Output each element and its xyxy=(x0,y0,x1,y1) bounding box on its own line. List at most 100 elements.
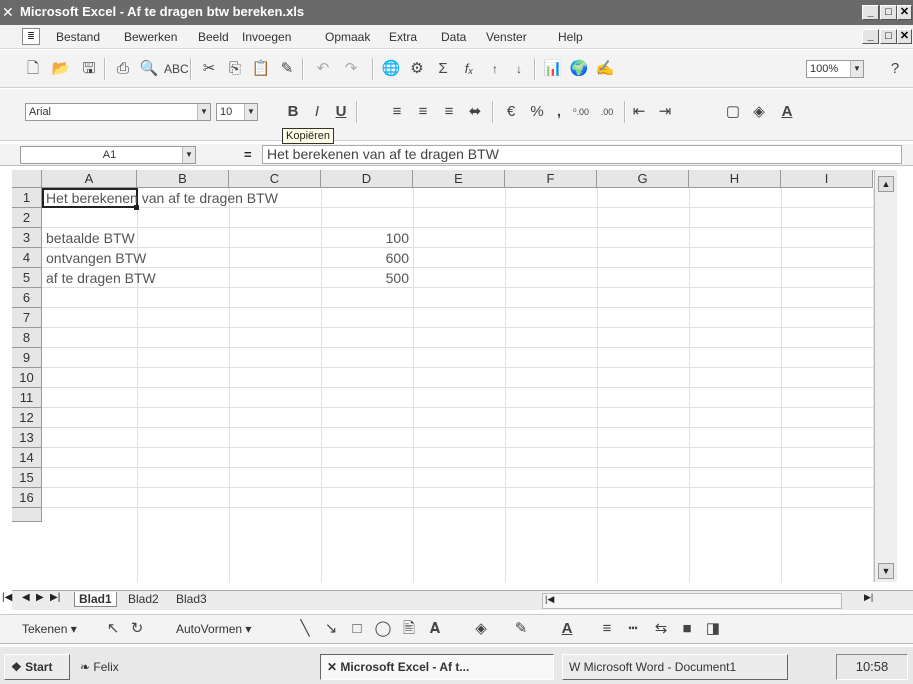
select-objects-icon[interactable]: ↖ xyxy=(102,618,124,640)
column-header-h[interactable]: H xyxy=(689,170,781,188)
undo-icon[interactable]: ↶ xyxy=(312,58,334,80)
column-header-b[interactable]: B xyxy=(137,170,229,188)
font-name-select[interactable]: Arial ▼ xyxy=(25,103,211,121)
sheet-tab-blad2[interactable]: Blad2 xyxy=(128,592,159,606)
formula-input[interactable]: Het berekenen van af te dragen BTW xyxy=(262,145,902,164)
sort-ascending-icon[interactable]: ↑ xyxy=(484,58,506,80)
column-header-e[interactable]: E xyxy=(413,170,505,188)
row-header-4[interactable]: 4 xyxy=(12,248,42,268)
row-header-15[interactable]: 15 xyxy=(12,468,42,488)
line-color-icon[interactable]: ✎ xyxy=(510,618,532,640)
line-icon[interactable]: ╲ xyxy=(294,618,316,640)
select-all-corner[interactable] xyxy=(12,170,42,188)
close-button[interactable]: ✕ xyxy=(897,5,912,20)
menu-bewerken[interactable]: Bewerken xyxy=(124,30,177,44)
print-preview-icon[interactable]: 🔍 xyxy=(138,58,160,80)
taskbar-excel-button[interactable]: ✕ Microsoft Excel - Af t... xyxy=(320,654,554,680)
menu-help[interactable]: Help xyxy=(558,30,583,44)
doc-close-button[interactable]: ✕ xyxy=(897,29,912,44)
doc-minimize-button[interactable]: _ xyxy=(862,29,879,44)
system-clock[interactable]: 10:58 xyxy=(836,654,908,680)
column-header-i[interactable]: I xyxy=(781,170,873,188)
start-button[interactable]: ❖ Start xyxy=(4,654,70,680)
autoshapes-menu-button[interactable]: AutoVormen ▾ xyxy=(176,622,251,636)
cell-a1[interactable]: Het berekenen van af te dragen BTW xyxy=(46,188,278,208)
column-header-c[interactable]: C xyxy=(229,170,321,188)
function-icon[interactable]: fₓ xyxy=(458,58,480,80)
next-sheet-icon[interactable]: ▶ xyxy=(36,592,44,603)
dash-style-icon[interactable]: ┅ xyxy=(622,618,644,640)
row-header-7[interactable]: 7 xyxy=(12,308,42,328)
cell-a5[interactable]: af te dragen BTW xyxy=(46,268,156,288)
cell-a4[interactable]: ontvangen BTW xyxy=(46,248,146,268)
font-color-icon[interactable]: A xyxy=(776,101,798,123)
comma-button[interactable]: , xyxy=(548,101,570,123)
sheet-tab-blad1[interactable]: Blad1 xyxy=(74,592,117,607)
scroll-up-icon[interactable]: ▲ xyxy=(878,176,894,192)
scroll-down-icon[interactable]: ▼ xyxy=(878,563,894,579)
open-icon[interactable]: 📂 xyxy=(50,58,72,80)
decrease-indent-icon[interactable]: ⇤ xyxy=(628,101,650,123)
zoom-select[interactable]: 100% ▼ xyxy=(806,60,864,78)
rectangle-icon[interactable]: □ xyxy=(346,618,368,640)
row-header-2[interactable]: 2 xyxy=(12,208,42,228)
column-header-a[interactable]: A xyxy=(42,170,137,188)
column-header-g[interactable]: G xyxy=(597,170,689,188)
doc-restore-button[interactable]: □ xyxy=(880,29,897,44)
menu-extra[interactable]: Extra xyxy=(389,30,417,44)
arrow-style-icon[interactable]: ⇆ xyxy=(650,618,672,640)
redo-icon[interactable]: ↷ xyxy=(340,58,362,80)
underline-button[interactable]: U xyxy=(330,101,352,123)
scroll-right-icon[interactable]: ▶| xyxy=(864,592,873,603)
print-icon[interactable]: ⎙ xyxy=(112,58,134,80)
row-header-1[interactable]: 1 xyxy=(12,188,42,208)
font-color-icon[interactable]: A xyxy=(556,618,578,640)
new-icon[interactable]: 🗋 xyxy=(22,58,44,80)
quicklaunch-felix[interactable]: ❧ Felix xyxy=(80,660,119,674)
scroll-left-icon[interactable]: |◀ xyxy=(545,594,554,605)
row-header-16[interactable]: 16 xyxy=(12,488,42,508)
row-header-11[interactable]: 11 xyxy=(12,388,42,408)
document-icon[interactable]: ≣ xyxy=(22,28,40,45)
formula-equals[interactable]: = xyxy=(244,147,252,162)
prev-sheet-icon[interactable]: ◀ xyxy=(22,592,30,603)
menu-invoegen[interactable]: Invoegen xyxy=(242,30,291,44)
menu-opmaak[interactable]: Opmaak xyxy=(325,30,370,44)
cell-d3[interactable]: 100 xyxy=(319,228,409,248)
first-sheet-icon[interactable]: |◀ xyxy=(2,592,12,603)
line-style-icon[interactable]: ≡ xyxy=(596,618,618,640)
row-header-9[interactable]: 9 xyxy=(12,348,42,368)
align-left-icon[interactable]: ≡ xyxy=(386,101,408,123)
cut-icon[interactable]: ✂ xyxy=(198,58,220,80)
borders-icon[interactable]: ▢ xyxy=(722,101,744,123)
map-icon[interactable]: 🌍 xyxy=(568,58,590,80)
row-header-8[interactable]: 8 xyxy=(12,328,42,348)
free-rotate-icon[interactable]: ↻ xyxy=(126,618,148,640)
hyperlink-icon[interactable]: 🌐 xyxy=(380,58,402,80)
percent-button[interactable]: % xyxy=(526,101,548,123)
fill-color-icon[interactable]: ◈ xyxy=(470,618,492,640)
column-header-d[interactable]: D xyxy=(321,170,413,188)
help-icon[interactable]: ? xyxy=(884,58,906,80)
decrease-decimal-button[interactable]: .00 xyxy=(596,101,618,123)
vertical-scrollbar[interactable]: ▲ ▼ xyxy=(874,170,897,582)
menu-bestand[interactable]: Bestand xyxy=(56,30,100,44)
save-icon[interactable]: 🖫 xyxy=(78,58,100,80)
menu-beeld[interactable]: Beeld xyxy=(198,30,229,44)
increase-indent-icon[interactable]: ⇥ xyxy=(654,101,676,123)
font-size-select[interactable]: 10 ▼ xyxy=(216,103,258,121)
draw-menu-button[interactable]: Tekenen ▾ xyxy=(22,622,77,636)
last-sheet-icon[interactable]: ▶| xyxy=(50,592,60,603)
taskbar-word-button[interactable]: W Microsoft Word - Document1 xyxy=(562,654,788,680)
textbox-icon[interactable]: 🖹 xyxy=(398,618,420,640)
paste-icon[interactable]: 📋 xyxy=(250,58,272,80)
name-box[interactable]: A1 ▼ xyxy=(20,146,196,164)
row-header-10[interactable]: 10 xyxy=(12,368,42,388)
format-painter-icon[interactable]: ✎ xyxy=(276,58,298,80)
horizontal-scrollbar[interactable]: |◀ xyxy=(542,593,842,609)
merge-center-icon[interactable]: ⬌ xyxy=(464,101,486,123)
oval-icon[interactable]: ◯ xyxy=(372,618,394,640)
copy-icon[interactable]: ⎘ xyxy=(224,58,246,80)
3d-icon[interactable]: ◨ xyxy=(702,618,724,640)
arrow-icon[interactable]: ↘ xyxy=(320,618,342,640)
